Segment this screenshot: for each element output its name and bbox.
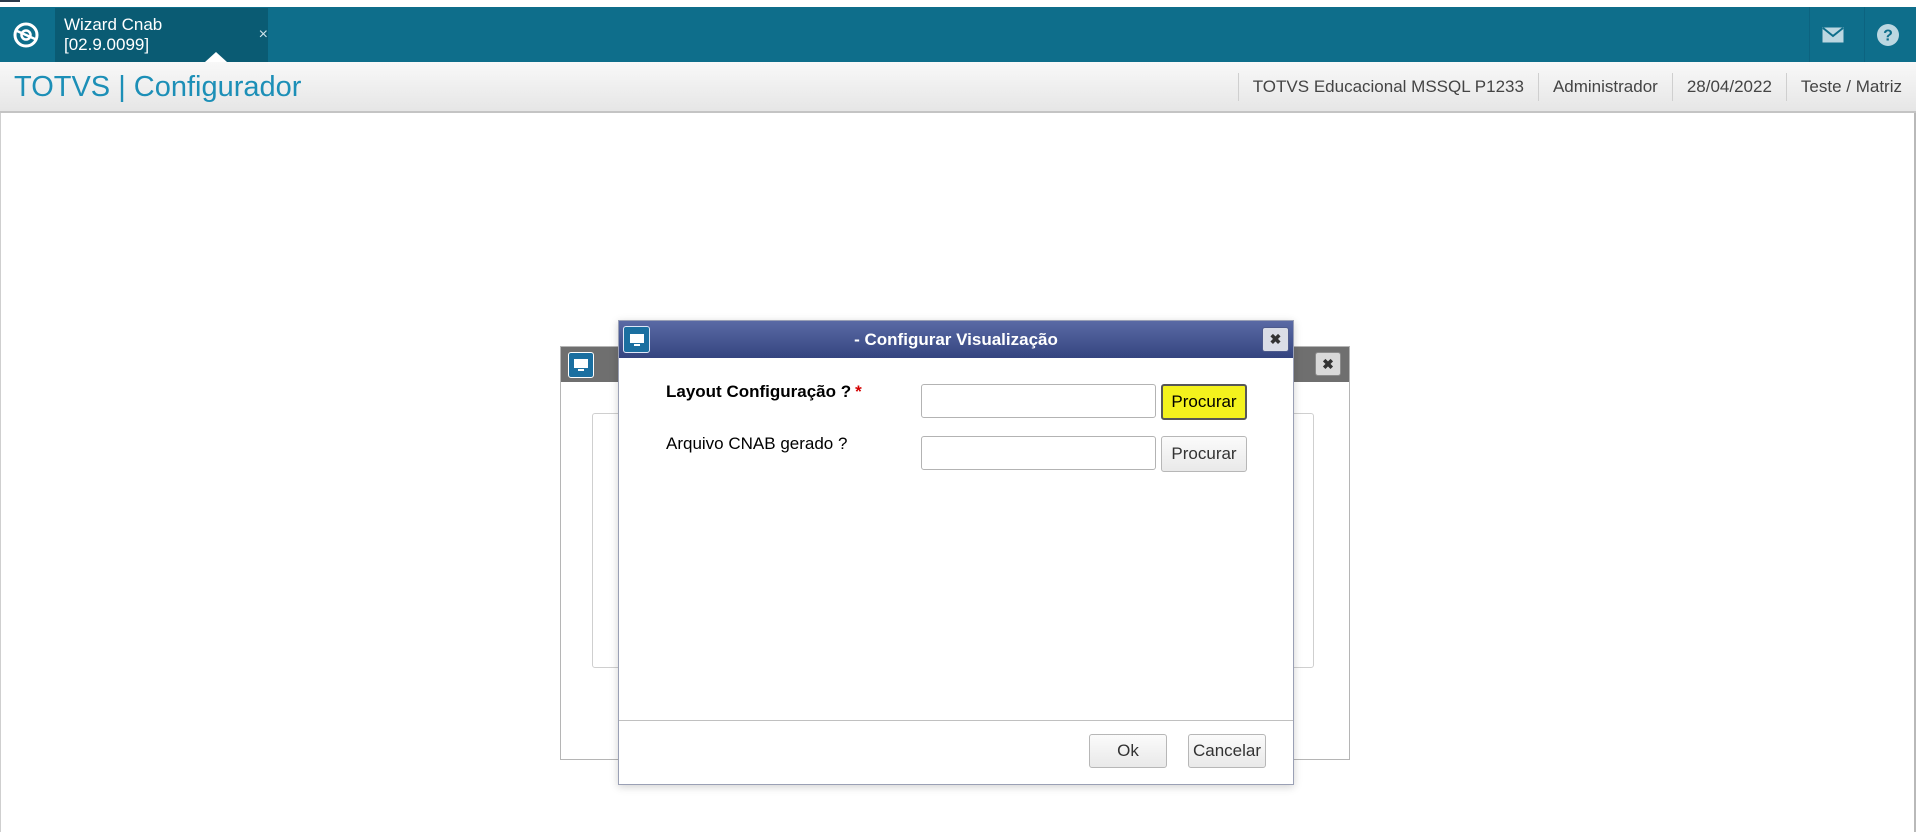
window-icon [623,326,650,353]
tab-active-caret [205,52,227,62]
header-info: TOTVS Educacional MSSQL P1233 Administra… [1237,62,1916,111]
arquivo-cnab-label: Arquivo CNAB gerado ? [666,434,848,453]
dialog-body: Layout Configuração ? * Procurar Arquivo … [619,358,1293,721]
ok-button[interactable]: Ok [1089,734,1167,768]
configurar-visualizacao-dialog: - Configurar Visualização ✖ Layout Confi… [618,320,1294,785]
tab-wizard-cnab[interactable]: Wizard Cnab [02.9.0099] × [55,8,268,62]
procurar-arquivo-button[interactable]: Procurar [1161,436,1247,472]
procurar-layout-button[interactable]: Procurar [1161,384,1247,420]
app-title: TOTVS | Configurador [14,71,302,103]
dialog-titlebar: - Configurar Visualização ✖ [619,321,1293,358]
envelope-icon[interactable] [1809,7,1856,62]
dialog-footer: Ok Cancelar [619,725,1293,784]
dialog-title: - Configurar Visualização [854,329,1058,349]
tab-close-icon[interactable]: × [259,26,268,44]
totvs-logo-icon[interactable] [0,7,52,62]
cancel-button[interactable]: Cancelar [1188,734,1266,768]
user-label: Administrador [1537,72,1672,101]
content-border-left [0,113,1,832]
close-icon[interactable]: ✖ [1262,327,1289,352]
environment-label: TOTVS Educacional MSSQL P1233 [1237,72,1538,101]
layout-configuracao-text: Layout Configuração ? [666,382,852,401]
corner-mark [0,0,20,2]
layout-configuracao-input[interactable] [921,384,1156,418]
date-label: 28/04/2022 [1671,72,1786,101]
layout-configuracao-label: Layout Configuração ? * [666,382,862,402]
arquivo-cnab-input[interactable] [921,436,1156,470]
branch-label: Teste / Matriz [1785,72,1916,101]
close-icon[interactable]: ✖ [1315,352,1341,376]
question-icon[interactable]: ? [1864,7,1911,62]
required-mark: * [855,382,862,401]
header-bar: TOTVS | Configurador TOTVS Educacional M… [0,62,1916,113]
top-bar: Wizard Cnab [02.9.0099] × ? [0,7,1916,62]
svg-text:?: ? [1883,27,1893,44]
tab-label: Wizard Cnab [02.9.0099] [64,15,163,54]
window-icon [568,352,594,378]
